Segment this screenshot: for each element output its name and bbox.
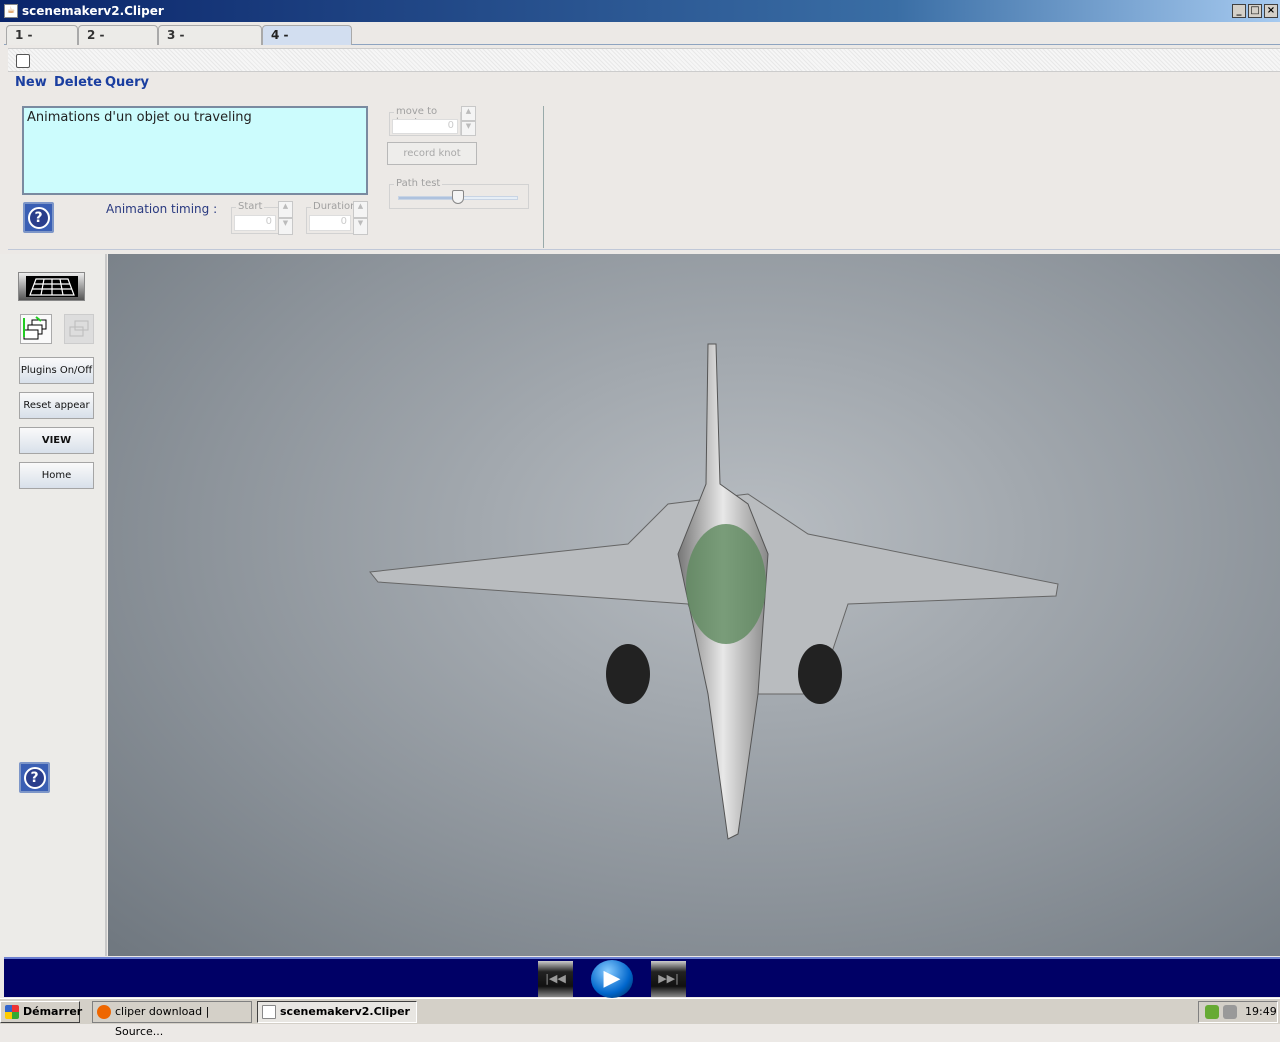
grid-icon — [26, 276, 78, 297]
duration-label: Duration — [311, 201, 359, 212]
3d-viewport[interactable] — [108, 254, 1280, 956]
delete-menu[interactable]: Delete — [54, 75, 102, 90]
help-icon: ? — [27, 206, 50, 229]
path-test-label: Path test — [394, 178, 443, 189]
duration-field: Duration 0 — [306, 201, 359, 234]
tab-animation[interactable]: 4 -Animation — [262, 25, 352, 61]
play-button[interactable]: ▶ — [591, 960, 633, 998]
start-spin-down[interactable]: ▼ — [278, 218, 293, 235]
left-sidebar: Plugins On/Off Reset appear VIEW Home ? — [0, 254, 107, 956]
start-button[interactable]: Démarrer — [0, 1001, 83, 1023]
layers-disabled-icon — [69, 320, 89, 337]
reset-appear-button[interactable]: Reset appear — [19, 392, 94, 419]
knot-spin-down[interactable]: ▼ — [461, 121, 476, 136]
maximize-button[interactable]: □ — [1248, 4, 1262, 18]
move-to-knot-input[interactable]: 0 — [392, 119, 458, 134]
sidebar-help-button[interactable]: ? — [19, 762, 50, 793]
query-menu[interactable]: Query — [105, 75, 149, 90]
minimize-button[interactable]: _ — [1232, 4, 1246, 18]
layers-icon — [23, 316, 47, 340]
taskbar-item-browser[interactable]: cliper download | Source... — [92, 1001, 252, 1038]
help-icon: ? — [23, 766, 46, 789]
start-field: Start 0 — [231, 201, 279, 234]
player-control-bar: |◀◀ ▶ ▶▶| — [4, 957, 1280, 998]
java-icon — [262, 1005, 276, 1019]
record-knot-button[interactable]: record knot — [387, 142, 477, 165]
security-icon[interactable] — [1205, 1005, 1219, 1019]
toolbar — [8, 48, 1280, 72]
plugins-toggle-button[interactable]: Plugins On/Off — [19, 357, 94, 384]
java-app-icon: ☕ — [4, 4, 18, 18]
move-to-knot-field: move to knot 0 — [389, 106, 461, 136]
window-icon[interactable] — [16, 54, 30, 68]
taskbar-item-cliper[interactable]: scenemakerv2.Cliper — [257, 1001, 417, 1023]
title-bar: ☕ scenemakerv2.Cliper _ □ × — [0, 0, 1280, 22]
start-label: Start — [236, 201, 265, 212]
rewind-button[interactable]: |◀◀ — [538, 961, 573, 997]
tab-appearance[interactable]: 3 -Appearance — [158, 25, 262, 61]
path-test-group: Path test — [389, 178, 529, 209]
clock: 19:49 — [1245, 1005, 1277, 1018]
network-icon[interactable] — [1223, 1005, 1237, 1019]
close-button[interactable]: × — [1264, 4, 1278, 18]
start-input[interactable]: 0 — [234, 215, 276, 231]
description-textarea[interactable]: Animations d'un objet ou traveling — [22, 106, 368, 195]
taskbar-item-label: scenemakerv2.Cliper — [280, 1005, 410, 1018]
system-tray: 19:49 — [1198, 1001, 1278, 1023]
windows-taskbar: Démarrer cliper download | Source... sce… — [0, 998, 1280, 1038]
animation-timing-label: Animation timing : — [106, 202, 218, 216]
tab-bar: 1 -Scene 2 -Objects 3 -Appearance 4 -Ani… — [4, 24, 1280, 61]
taskbar-item-label: cliper download | Source... — [115, 1005, 210, 1038]
start-label: Démarrer — [23, 1005, 83, 1018]
home-button[interactable]: Home — [19, 462, 94, 489]
divider — [543, 106, 544, 248]
windows-logo-icon — [5, 1005, 19, 1019]
tab-objects[interactable]: 2 -Objects — [78, 25, 158, 61]
copy-layers-button[interactable] — [20, 314, 52, 344]
layers-disabled-button[interactable] — [64, 314, 94, 344]
knot-spin-up[interactable]: ▲ — [461, 106, 476, 121]
help-button[interactable]: ? — [23, 202, 54, 233]
menu-bar: New Delete Query — [8, 74, 1280, 94]
duration-input[interactable]: 0 — [309, 215, 351, 231]
animation-panel: Animations d'un objet ou traveling ? Ani… — [8, 96, 1280, 250]
fast-forward-button[interactable]: ▶▶| — [651, 961, 686, 997]
new-menu[interactable]: New — [15, 75, 47, 90]
jet-aircraft-model — [369, 343, 1059, 840]
window-title: scenemakerv2.Cliper — [22, 4, 164, 18]
path-test-slider[interactable] — [452, 190, 464, 204]
grid-toggle-button[interactable] — [18, 272, 85, 301]
start-spin-up[interactable]: ▲ — [278, 201, 293, 218]
firefox-icon — [97, 1005, 111, 1019]
duration-spin-up[interactable]: ▲ — [353, 201, 368, 218]
duration-spin-down[interactable]: ▼ — [353, 218, 368, 235]
tab-scene[interactable]: 1 -Scene — [6, 25, 78, 61]
view-button[interactable]: VIEW — [19, 427, 94, 454]
